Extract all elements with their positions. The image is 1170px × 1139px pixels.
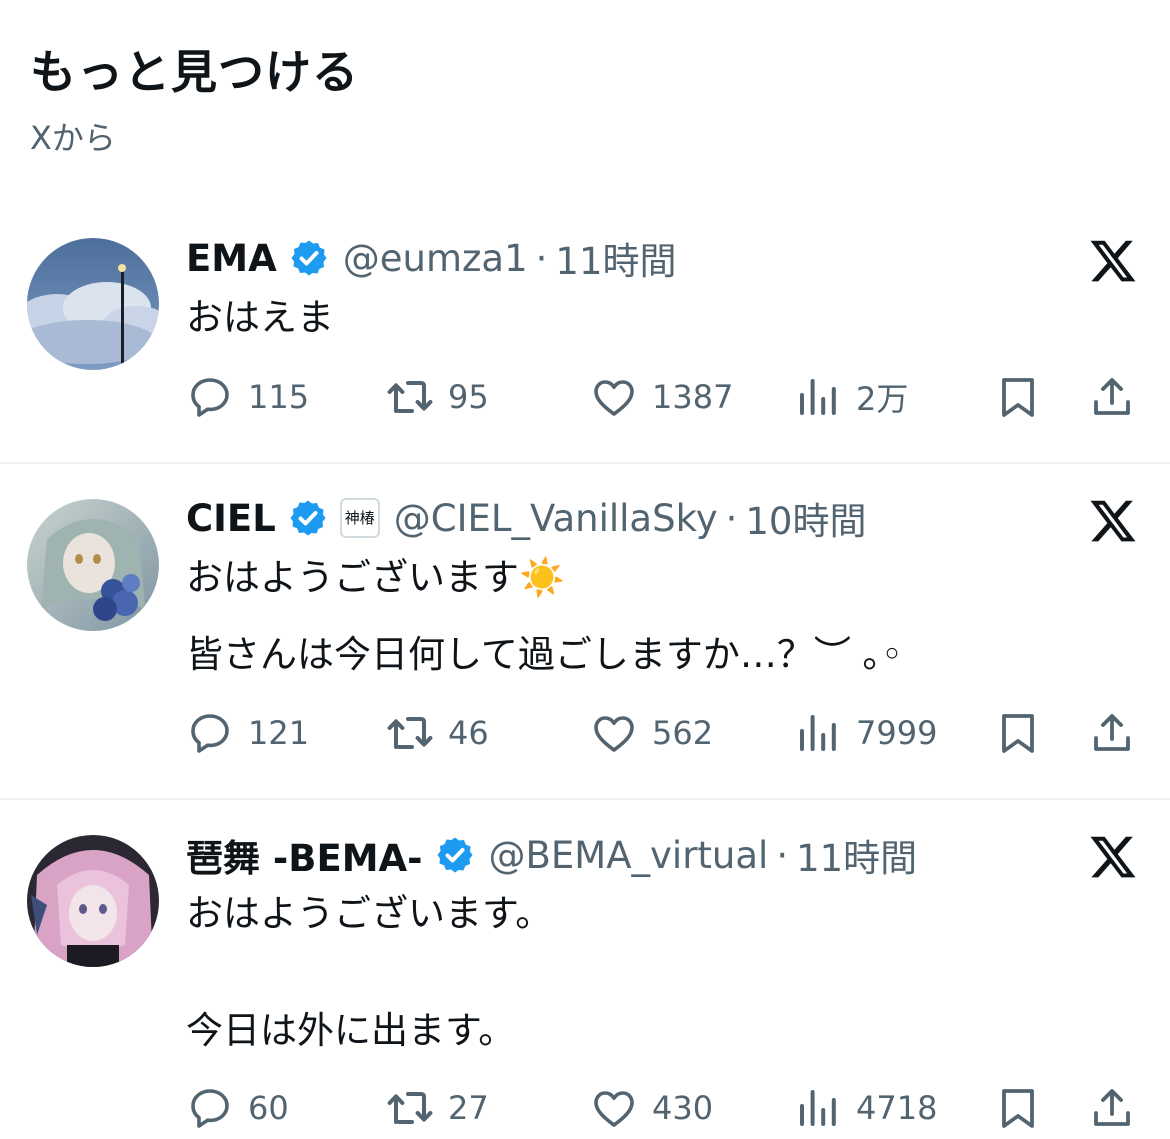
post-text-line: 今日は外に出ます。: [186, 1009, 516, 1052]
separator: ·: [776, 833, 789, 877]
separator: ·: [535, 236, 548, 280]
avatar-image: [27, 835, 159, 967]
share-icon: [1094, 714, 1130, 751]
views-button[interactable]: 7999: [794, 708, 937, 758]
repost-icon: [387, 1092, 433, 1124]
bookmark-button[interactable]: [994, 1083, 1042, 1133]
views-button[interactable]: 4718: [794, 1083, 937, 1133]
reply-button[interactable]: 121: [186, 708, 309, 758]
share-icon: [1094, 1089, 1130, 1126]
section-header: もっと見つける Xから: [30, 40, 359, 160]
divider: [0, 798, 1170, 800]
section-subtitle: Xから: [30, 119, 116, 157]
author-name[interactable]: CIEL: [186, 497, 276, 540]
avatar[interactable]: [27, 499, 159, 631]
views-icon: [800, 1090, 836, 1126]
reply-count: 60: [248, 1089, 289, 1127]
share-button[interactable]: [1088, 1083, 1136, 1133]
reply-icon: [191, 378, 229, 417]
bookmark-button[interactable]: [994, 372, 1042, 422]
divider: [0, 462, 1170, 464]
views-button[interactable]: 2万: [794, 372, 908, 422]
like-button[interactable]: 1387: [590, 372, 733, 422]
repost-count: 46: [448, 714, 489, 752]
post-text-line: 皆さんは今日何して過ごしますか…？︶ ｡◦: [186, 633, 903, 676]
views-count: 4718: [856, 1089, 938, 1127]
post-header: EMA @eumza1 · 11時間: [186, 231, 677, 285]
verified-badge-icon: [289, 238, 329, 278]
post-header: CIEL 神椿 @CIEL_VanillaSky · 10時間: [186, 491, 866, 545]
author-handle[interactable]: @CIEL_VanillaSky: [394, 497, 718, 540]
repost-icon: [387, 717, 433, 749]
like-count: 1387: [652, 378, 734, 416]
post-header: 琶舞 -BEMA- @BEMA_virtual · 11時間: [186, 828, 917, 882]
author-name[interactable]: 琶舞 -BEMA-: [186, 828, 423, 882]
repost-count: 27: [448, 1089, 489, 1127]
author-handle[interactable]: @eumza1: [343, 237, 528, 280]
post-time[interactable]: 11時間: [796, 828, 917, 882]
author-handle[interactable]: @BEMA_virtual: [489, 834, 769, 877]
avatar-image: [27, 238, 159, 370]
action-bar: 60 27 430 4718: [0, 1083, 1170, 1133]
x-logo-icon: [1088, 236, 1138, 286]
like-icon: [594, 1091, 634, 1127]
repost-icon: [387, 381, 433, 413]
avatar-image: [27, 499, 159, 631]
action-bar: 115 95 1387 2万: [0, 372, 1170, 422]
separator: ·: [725, 496, 738, 540]
share-icon: [1094, 378, 1130, 415]
post-text-line: おはようございます。: [186, 892, 553, 935]
x-logo-icon: [1088, 496, 1138, 546]
share-button[interactable]: [1088, 708, 1136, 758]
verified-badge-icon: [288, 498, 328, 538]
views-icon: [800, 379, 836, 415]
post-time[interactable]: 10時間: [745, 491, 866, 545]
avatar[interactable]: [27, 238, 159, 370]
views-count: 7999: [856, 714, 938, 752]
views-icon: [800, 715, 836, 751]
repost-count: 95: [448, 378, 489, 416]
repost-button[interactable]: 27: [386, 1083, 489, 1133]
reply-count: 115: [248, 378, 310, 416]
avatar[interactable]: [27, 835, 159, 967]
share-button[interactable]: [1088, 372, 1136, 422]
reply-icon: [191, 714, 229, 753]
post-text-line: おはようございます☀️: [186, 556, 566, 599]
like-icon: [594, 380, 634, 416]
repost-button[interactable]: 95: [386, 372, 489, 422]
like-button[interactable]: 562: [590, 708, 713, 758]
section-title: もっと見つける: [30, 45, 359, 99]
reply-icon: [191, 1089, 229, 1128]
affiliate-badge[interactable]: 神椿: [339, 498, 380, 538]
like-count: 430: [652, 1089, 714, 1127]
action-bar: 121 46 562 7999: [0, 708, 1170, 758]
repost-button[interactable]: 46: [386, 708, 489, 758]
bookmark-icon: [1002, 714, 1034, 753]
reply-button[interactable]: 60: [186, 1083, 289, 1133]
views-count: 2万: [856, 380, 909, 418]
like-count: 562: [652, 714, 714, 752]
bookmark-button[interactable]: [994, 708, 1042, 758]
bookmark-icon: [1002, 1089, 1034, 1128]
like-button[interactable]: 430: [590, 1083, 713, 1133]
reply-count: 121: [248, 714, 310, 752]
bookmark-icon: [1002, 378, 1034, 417]
verified-badge-icon: [435, 835, 475, 875]
like-icon: [594, 716, 634, 752]
author-name[interactable]: EMA: [186, 237, 277, 280]
post-time[interactable]: 11時間: [555, 231, 676, 285]
post-text: おはえま: [186, 296, 334, 339]
reply-button[interactable]: 115: [186, 372, 309, 422]
x-logo-icon: [1088, 832, 1138, 882]
